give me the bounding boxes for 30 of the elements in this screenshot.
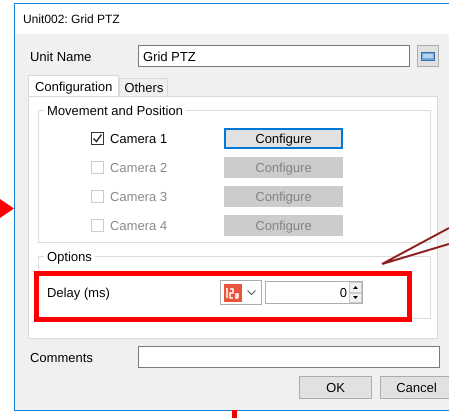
spin-down-button[interactable] xyxy=(349,292,362,303)
chevron-down-icon xyxy=(247,290,256,295)
group-title: Movement and Position xyxy=(46,103,184,118)
type-dropdown[interactable] xyxy=(220,280,262,305)
field-label: Comments xyxy=(30,350,94,364)
tab[interactable]: Others xyxy=(119,78,168,96)
leader-line xyxy=(381,227,449,265)
checkbox-label: Camera 1 xyxy=(110,131,168,146)
spin-up-button[interactable] xyxy=(349,282,362,292)
checkbox-label: Camera 3 xyxy=(110,189,168,204)
configure-button[interactable]: Configure xyxy=(224,128,343,149)
checkbox[interactable] xyxy=(91,132,104,145)
checkbox-label: Camera 4 xyxy=(110,218,168,233)
pointer-arrow xyxy=(0,199,14,218)
delay-spinbox[interactable]: 0 xyxy=(265,281,363,304)
field-label: Delay (ms) xyxy=(47,285,111,300)
keyboard-button[interactable] xyxy=(417,45,439,67)
number-type-icon xyxy=(224,284,242,302)
keyboard-icon xyxy=(421,52,435,60)
cancel-button[interactable]: Cancel xyxy=(380,376,449,399)
group-title: Options xyxy=(46,249,93,264)
comments-field[interactable] xyxy=(138,346,440,368)
up-triangle-icon xyxy=(353,286,358,289)
tab[interactable]: Configuration xyxy=(28,75,120,96)
ok-button[interactable]: OK xyxy=(299,376,372,399)
checkbox-label: Camera 2 xyxy=(110,160,168,175)
unit-name-field[interactable]: Grid PTZ xyxy=(138,45,410,67)
field-label: Unit Name xyxy=(30,48,92,64)
down-triangle-icon xyxy=(353,296,358,300)
window-title: Unit002: Grid PTZ xyxy=(23,12,120,26)
